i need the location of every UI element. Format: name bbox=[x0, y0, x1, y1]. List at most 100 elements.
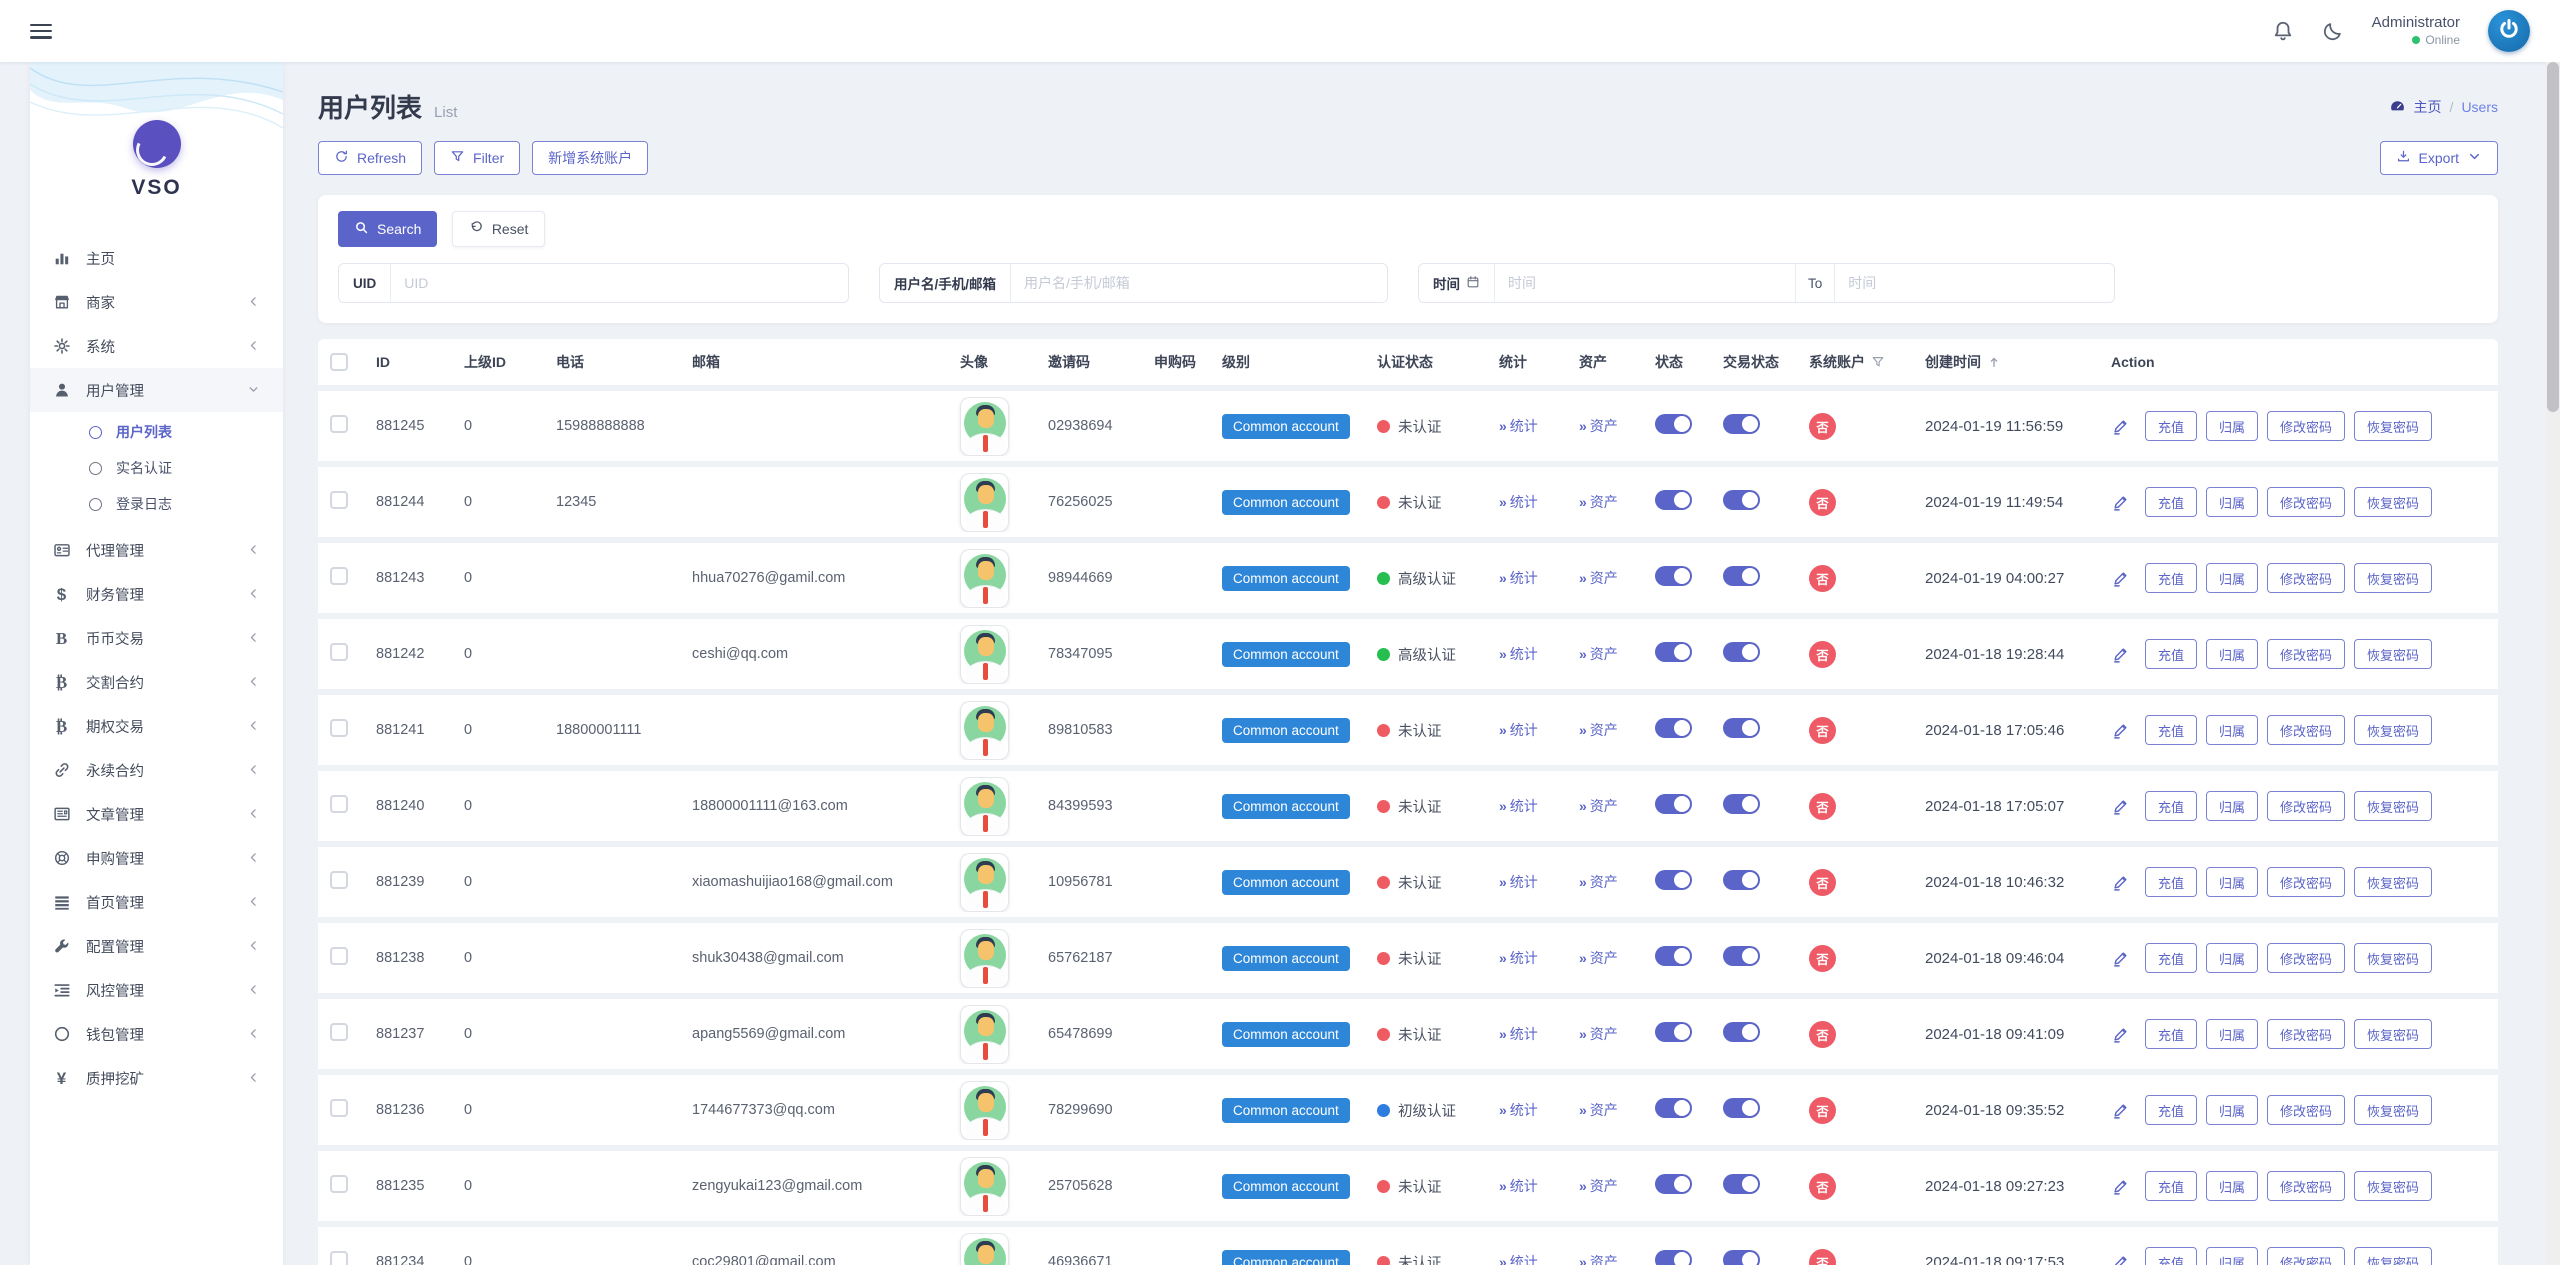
stats-link[interactable]: » 统计 bbox=[1499, 1100, 1538, 1120]
user-avatar[interactable] bbox=[960, 472, 1009, 532]
assets-link[interactable]: » 资产 bbox=[1579, 948, 1618, 968]
reset-button[interactable]: Reset bbox=[451, 211, 546, 247]
user-avatar[interactable] bbox=[960, 928, 1009, 988]
row-checkbox[interactable] bbox=[330, 567, 348, 585]
filter-button[interactable]: Filter bbox=[434, 141, 521, 175]
assets-link[interactable]: » 资产 bbox=[1579, 1100, 1618, 1120]
row-checkbox[interactable] bbox=[330, 947, 348, 965]
change-password-button[interactable]: 修改密码 bbox=[2267, 867, 2346, 897]
search-button[interactable]: Search bbox=[338, 211, 438, 247]
edit-pencil-icon[interactable] bbox=[2111, 493, 2130, 512]
sidebar-item[interactable]: ₿ 期权交易 bbox=[30, 704, 283, 748]
export-button[interactable]: Export bbox=[2379, 141, 2498, 175]
status-toggle[interactable] bbox=[1655, 946, 1692, 966]
user-avatar[interactable] bbox=[960, 396, 1009, 456]
breadcrumb-home-link[interactable]: 主页 bbox=[2414, 97, 2442, 117]
change-password-button[interactable]: 修改密码 bbox=[2267, 715, 2346, 745]
status-toggle[interactable] bbox=[1655, 1022, 1692, 1042]
edit-pencil-icon[interactable] bbox=[2111, 1177, 2130, 1196]
stats-link[interactable]: » 统计 bbox=[1499, 948, 1538, 968]
change-password-button[interactable]: 修改密码 bbox=[2267, 1171, 2346, 1201]
assets-link[interactable]: » 资产 bbox=[1579, 568, 1618, 588]
change-password-button[interactable]: 修改密码 bbox=[2267, 1095, 2346, 1125]
ownership-button[interactable]: 归属 bbox=[2206, 867, 2259, 897]
add-system-account-button[interactable]: 新增系统账户 bbox=[532, 141, 649, 175]
ownership-button[interactable]: 归属 bbox=[2206, 943, 2259, 973]
edit-pencil-icon[interactable] bbox=[2111, 645, 2130, 664]
row-checkbox[interactable] bbox=[330, 1099, 348, 1117]
status-toggle[interactable] bbox=[1655, 1098, 1692, 1118]
funnel-icon[interactable] bbox=[1871, 355, 1885, 369]
recharge-button[interactable]: 充值 bbox=[2145, 1247, 2198, 1265]
restore-password-button[interactable]: 恢复密码 bbox=[2354, 487, 2433, 517]
recharge-button[interactable]: 充值 bbox=[2145, 1019, 2198, 1049]
stats-link[interactable]: » 统计 bbox=[1499, 872, 1538, 892]
recharge-button[interactable]: 充值 bbox=[2145, 943, 2198, 973]
sidebar-item[interactable]: 代理管理 bbox=[30, 528, 283, 572]
edit-pencil-icon[interactable] bbox=[2111, 721, 2130, 740]
status-toggle[interactable] bbox=[1655, 1250, 1692, 1265]
sidebar-item[interactable]: 用户管理 bbox=[30, 368, 283, 412]
sidebar-item[interactable]: 首页管理 bbox=[30, 880, 283, 924]
sidebar-item[interactable]: $ 财务管理 bbox=[30, 572, 283, 616]
assets-link[interactable]: » 资产 bbox=[1579, 720, 1618, 740]
edit-pencil-icon[interactable] bbox=[2111, 949, 2130, 968]
user-avatar[interactable] bbox=[960, 1156, 1009, 1216]
refresh-button[interactable]: Refresh bbox=[318, 141, 423, 175]
stats-link[interactable]: » 统计 bbox=[1499, 1024, 1538, 1044]
sidebar-item[interactable]: 商家 bbox=[30, 280, 283, 324]
user-avatar[interactable] bbox=[960, 700, 1009, 760]
restore-password-button[interactable]: 恢复密码 bbox=[2354, 943, 2433, 973]
restore-password-button[interactable]: 恢复密码 bbox=[2354, 639, 2433, 669]
restore-password-button[interactable]: 恢复密码 bbox=[2354, 1171, 2433, 1201]
trade-status-toggle[interactable] bbox=[1723, 1174, 1760, 1194]
recharge-button[interactable]: 充值 bbox=[2145, 639, 2198, 669]
trade-status-toggle[interactable] bbox=[1723, 870, 1760, 890]
sidebar-subitem[interactable]: 登录日志 bbox=[30, 486, 283, 522]
stats-link[interactable]: » 统计 bbox=[1499, 492, 1538, 512]
trade-status-toggle[interactable] bbox=[1723, 490, 1760, 510]
stats-link[interactable]: » 统计 bbox=[1499, 644, 1538, 664]
edit-pencil-icon[interactable] bbox=[2111, 569, 2130, 588]
trade-status-toggle[interactable] bbox=[1723, 414, 1760, 434]
assets-link[interactable]: » 资产 bbox=[1579, 1024, 1618, 1044]
status-toggle[interactable] bbox=[1655, 718, 1692, 738]
page-scrollbar[interactable] bbox=[2546, 62, 2560, 1265]
user-avatar[interactable] bbox=[960, 776, 1009, 836]
status-toggle[interactable] bbox=[1655, 794, 1692, 814]
user-avatar[interactable] bbox=[960, 624, 1009, 684]
sidebar-item[interactable]: 永续合约 bbox=[30, 748, 283, 792]
restore-password-button[interactable]: 恢复密码 bbox=[2354, 1019, 2433, 1049]
change-password-button[interactable]: 修改密码 bbox=[2267, 487, 2346, 517]
ownership-button[interactable]: 归属 bbox=[2206, 487, 2259, 517]
edit-pencil-icon[interactable] bbox=[2111, 1101, 2130, 1120]
arrow-up-icon[interactable] bbox=[1987, 355, 2001, 369]
trade-status-toggle[interactable] bbox=[1723, 718, 1760, 738]
ownership-button[interactable]: 归属 bbox=[2206, 1019, 2259, 1049]
sidebar-subitem[interactable]: 实名认证 bbox=[30, 450, 283, 486]
edit-pencil-icon[interactable] bbox=[2111, 417, 2130, 436]
change-password-button[interactable]: 修改密码 bbox=[2267, 1019, 2346, 1049]
user-avatar[interactable] bbox=[960, 548, 1009, 608]
status-toggle[interactable] bbox=[1655, 566, 1692, 586]
ownership-button[interactable]: 归属 bbox=[2206, 563, 2259, 593]
uid-input[interactable] bbox=[391, 264, 848, 302]
ownership-button[interactable]: 归属 bbox=[2206, 715, 2259, 745]
sidebar-item[interactable]: ¥ 质押挖矿 bbox=[30, 1056, 283, 1100]
restore-password-button[interactable]: 恢复密码 bbox=[2354, 867, 2433, 897]
change-password-button[interactable]: 修改密码 bbox=[2267, 563, 2346, 593]
row-checkbox[interactable] bbox=[330, 795, 348, 813]
time-to-input[interactable] bbox=[1834, 264, 2114, 302]
stats-link[interactable]: » 统计 bbox=[1499, 416, 1538, 436]
row-checkbox[interactable] bbox=[330, 643, 348, 661]
trade-status-toggle[interactable] bbox=[1723, 794, 1760, 814]
sidebar-subitem[interactable]: 用户列表 bbox=[30, 414, 283, 450]
trade-status-toggle[interactable] bbox=[1723, 946, 1760, 966]
trade-status-toggle[interactable] bbox=[1723, 1098, 1760, 1118]
row-checkbox[interactable] bbox=[330, 1023, 348, 1041]
ownership-button[interactable]: 归属 bbox=[2206, 411, 2259, 441]
edit-pencil-icon[interactable] bbox=[2111, 1253, 2130, 1265]
hamburger-menu-icon[interactable] bbox=[30, 23, 52, 39]
dark-mode-moon-icon[interactable] bbox=[2322, 20, 2344, 42]
status-toggle[interactable] bbox=[1655, 870, 1692, 890]
